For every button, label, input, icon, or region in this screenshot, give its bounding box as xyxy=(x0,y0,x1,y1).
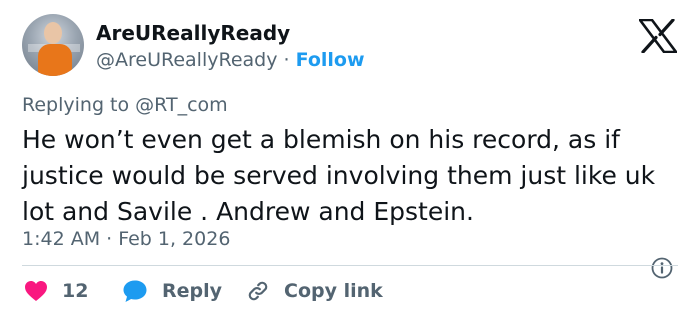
like-count: 12 xyxy=(62,280,89,302)
tweet-timestamp[interactable]: 1:42 AM · Feb 1, 2026 xyxy=(22,226,230,252)
replying-to: Replying to @RT_com xyxy=(22,92,228,118)
replying-to-prefix: Replying to xyxy=(22,94,130,116)
avatar-orange-figure xyxy=(38,44,72,76)
handle-row: @AreUReallyReady · Follow xyxy=(96,48,365,72)
separator: · xyxy=(283,49,290,71)
reply-label: Reply xyxy=(162,280,223,302)
display-name[interactable]: AreUReallyReady xyxy=(96,20,290,46)
reply-button[interactable]: Reply xyxy=(122,277,222,305)
speech-bubble-icon xyxy=(123,280,147,302)
replying-to-mention[interactable]: @RT_com xyxy=(135,94,228,116)
like-button[interactable]: 12 xyxy=(24,277,88,305)
divider xyxy=(22,265,678,266)
tweet-text: He won’t even get a blemish on his recor… xyxy=(22,125,656,226)
handle[interactable]: @AreUReallyReady xyxy=(96,49,277,71)
avatar-head xyxy=(44,22,62,44)
copy-link-label: Copy link xyxy=(284,280,383,302)
follow-button[interactable]: Follow xyxy=(296,49,365,71)
x-logo-icon[interactable] xyxy=(639,19,677,53)
avatar[interactable] xyxy=(22,14,84,76)
heart-icon xyxy=(25,281,47,301)
info-icon[interactable] xyxy=(651,257,673,279)
copy-link-button[interactable]: Copy link xyxy=(246,277,383,305)
link-icon xyxy=(248,281,268,301)
